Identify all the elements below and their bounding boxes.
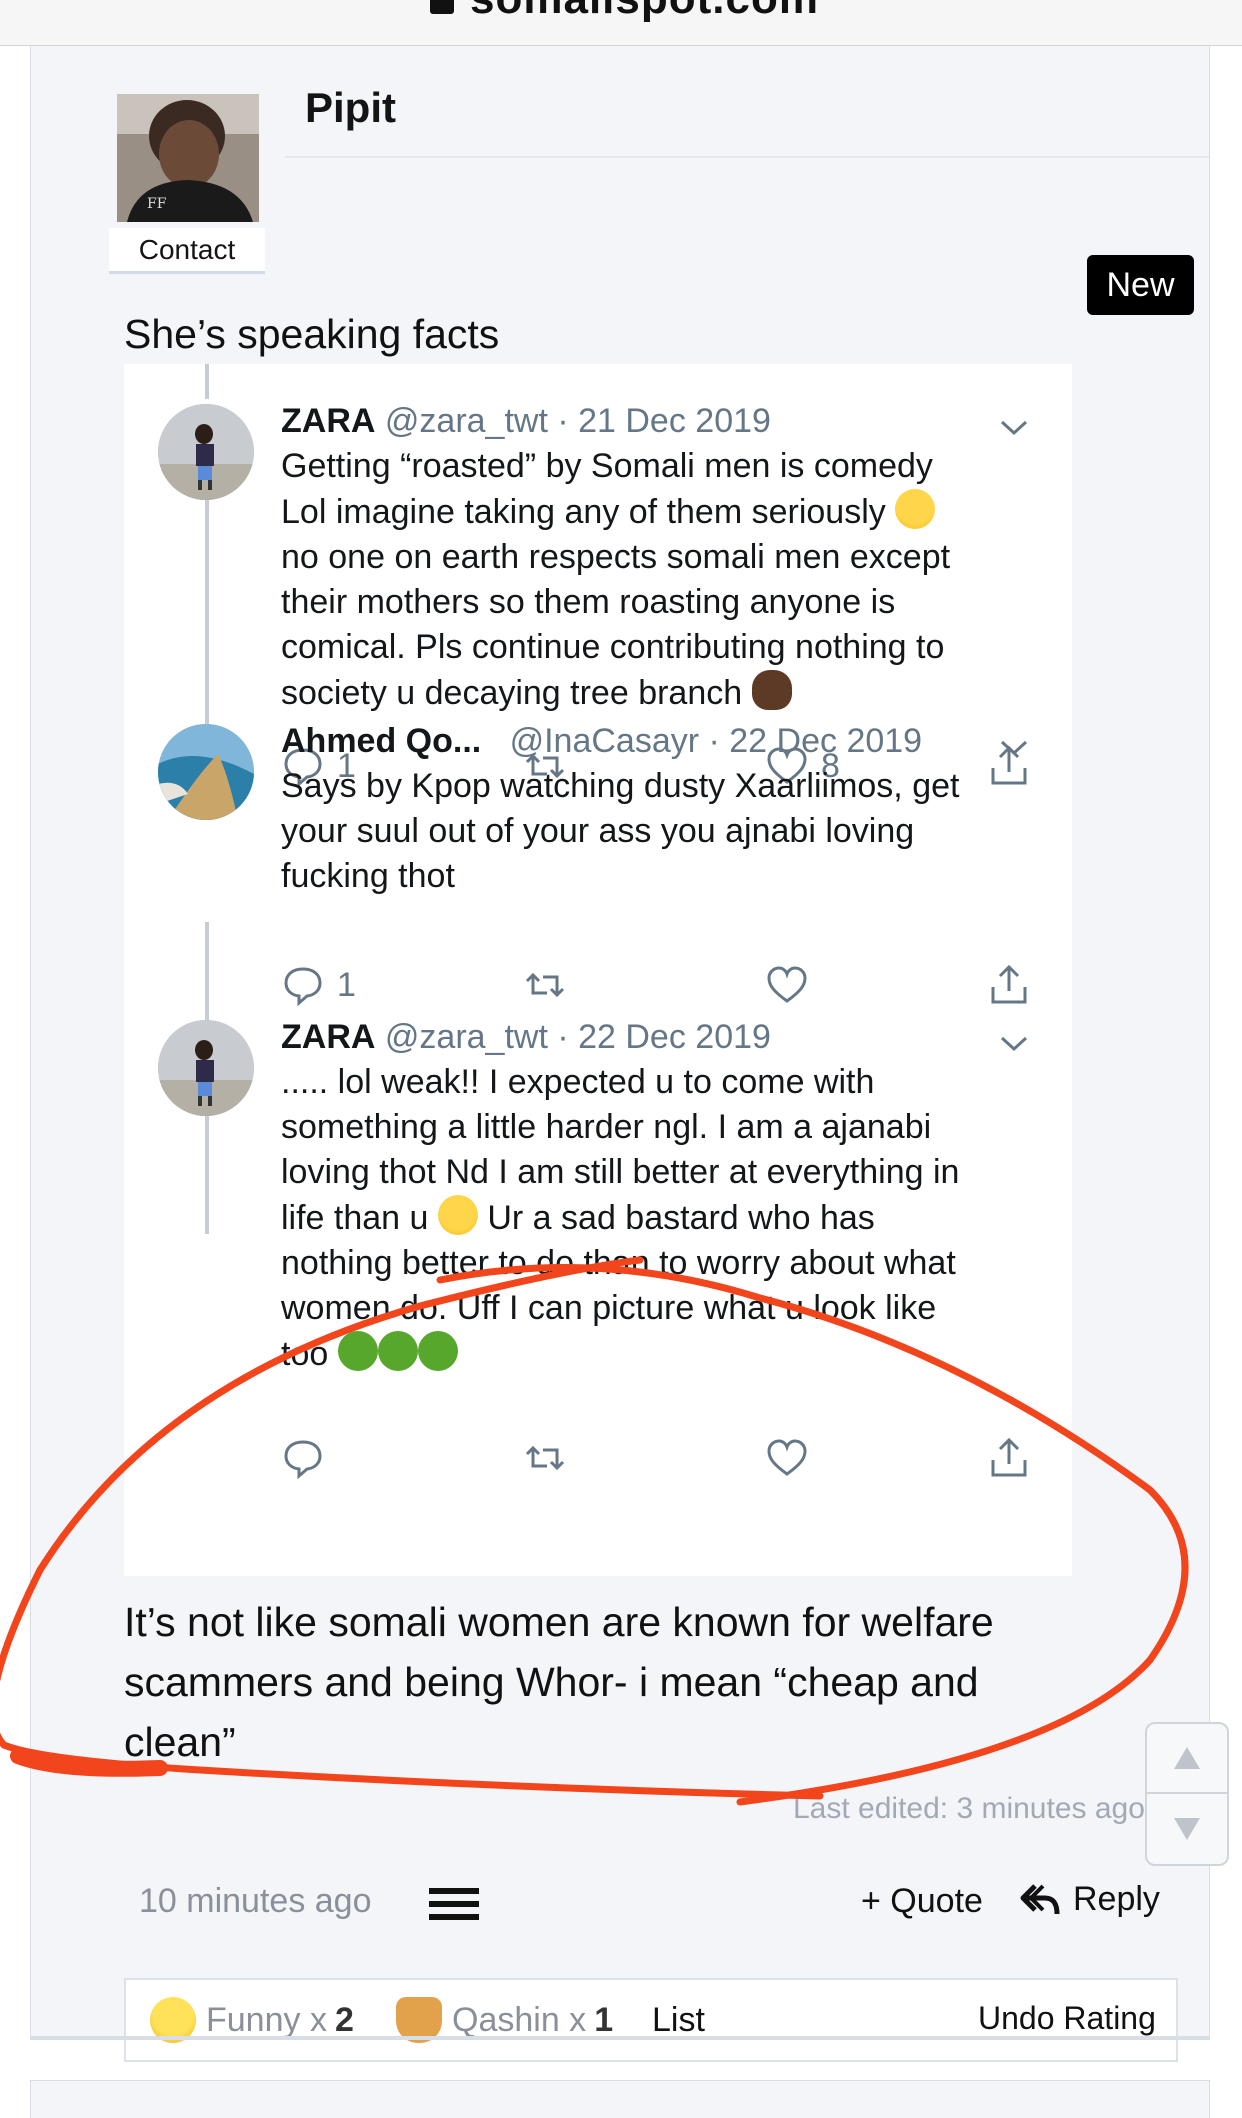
tweet-text: Getting “roasted” by Somali men is comed… <box>281 447 951 712</box>
new-badge: New <box>1087 255 1194 315</box>
embedded-tweet-thread[interactable]: ZARA @zara_twt · 21 Dec 2019 Getting “ro… <box>124 364 1072 1576</box>
reply-action[interactable]: 1 <box>281 961 356 1009</box>
tweet-text: ..... lol weak!! I expected u to come wi… <box>281 1063 960 1373</box>
reply-arrow-icon <box>1020 1883 1060 1914</box>
last-edited-note: Last edited: 3 minutes ago <box>793 1792 1145 1825</box>
chevron-down-icon[interactable] <box>999 418 1029 438</box>
qashin-reaction[interactable]: Qashin x1 <box>396 1980 613 2060</box>
share-action[interactable] <box>987 961 1031 1009</box>
comment-icon <box>284 1440 322 1480</box>
reply-action[interactable] <box>281 1434 337 1482</box>
retweet-action[interactable] <box>523 1434 567 1482</box>
menu-icon[interactable] <box>429 1888 479 1922</box>
nauseated-emoji-icon <box>417 1331 458 1371</box>
tweet-handle[interactable]: @zara_twt · 22 Dec 2019 <box>385 1018 771 1056</box>
tweet-avatar[interactable] <box>158 1020 254 1116</box>
divider <box>30 2036 1210 2040</box>
fist-emoji-icon <box>751 670 792 710</box>
chevron-down-icon[interactable] <box>999 738 1029 758</box>
laughing-emoji-icon <box>437 1195 478 1235</box>
heart-icon <box>767 966 807 1003</box>
post-username[interactable]: Pipit <box>305 84 396 132</box>
nauseated-emoji-icon <box>337 1331 378 1371</box>
tweet-handle[interactable]: @InaCasayr · 22 Dec 2019 <box>510 722 923 760</box>
scroll-up-icon[interactable] <box>1147 1724 1227 1794</box>
tweet-handle[interactable]: @zara_twt · 21 Dec 2019 <box>385 402 771 440</box>
tweet-header: ZARA @zara_twt · 21 Dec 2019 <box>281 402 771 441</box>
url-bar[interactable]: somalispot.com <box>0 0 1242 46</box>
post-text-comment: It’s not like somali women are known for… <box>124 1599 994 1765</box>
tweet-author[interactable]: ZARA <box>281 1018 375 1056</box>
retweet-icon <box>525 972 565 998</box>
tweet-actions <box>281 1434 1027 1482</box>
funny-reaction[interactable]: Funny x2 <box>150 1980 354 2060</box>
retweet-icon <box>525 1445 565 1471</box>
reactions-bar: Funny x2 Qashin x1 List Undo Rating <box>124 1978 1178 2062</box>
tweet-actions: 1 <box>281 961 1027 1009</box>
tweet-avatar[interactable] <box>158 724 254 820</box>
scroll-control[interactable] <box>1145 1722 1229 1866</box>
tweet-author[interactable]: Ahmed Qo... <box>281 722 481 760</box>
tweet-author[interactable]: ZARA <box>281 402 375 440</box>
retweet-action[interactable] <box>523 961 567 1009</box>
share-icon <box>991 964 1027 1004</box>
tweet-avatar[interactable] <box>158 404 254 500</box>
post-timestamp[interactable]: 10 minutes ago <box>139 1882 372 1921</box>
undo-rating-link[interactable]: Undo Rating <box>978 1980 1156 2056</box>
like-action[interactable] <box>765 1434 809 1482</box>
laughing-emoji-icon <box>895 489 936 529</box>
contact-button[interactable]: Contact <box>109 228 265 274</box>
divider <box>285 156 1209 158</box>
tweet-header: ZARA @zara_twt · 22 Dec 2019 <box>281 1018 771 1057</box>
chevron-down-icon[interactable] <box>999 1034 1029 1054</box>
url-text: somalispot.com <box>470 0 819 24</box>
share-action[interactable] <box>987 1434 1031 1482</box>
tweet-header: Ahmed Qo... @InaCasayr · 22 Dec 2019 <box>281 722 922 761</box>
reply-label: Reply <box>1073 1880 1160 1918</box>
quote-button[interactable]: + Quote <box>861 1882 983 1921</box>
tweet-text: Says by Kpop watching dusty Xaarliimos, … <box>281 767 960 895</box>
reactions-list-link[interactable]: List <box>652 1980 705 2060</box>
like-action[interactable] <box>765 961 809 1009</box>
heart-icon <box>767 1439 807 1476</box>
lock-icon <box>430 0 454 14</box>
svg-text:FF: FF <box>147 196 167 212</box>
comment-icon <box>284 967 322 1007</box>
next-post <box>30 2080 1210 2118</box>
reply-button[interactable]: Reply <box>1019 1880 1160 1919</box>
share-icon <box>991 1437 1027 1477</box>
nauseated-emoji-icon <box>377 1331 418 1371</box>
forum-post: FF Contact Pipit New She’s speaking fact… <box>30 46 1229 2062</box>
user-avatar[interactable]: FF <box>117 94 259 222</box>
post-text-intro: She’s speaking facts <box>124 311 500 357</box>
thread-line <box>205 364 209 399</box>
scroll-down-icon[interactable] <box>1147 1794 1227 1864</box>
